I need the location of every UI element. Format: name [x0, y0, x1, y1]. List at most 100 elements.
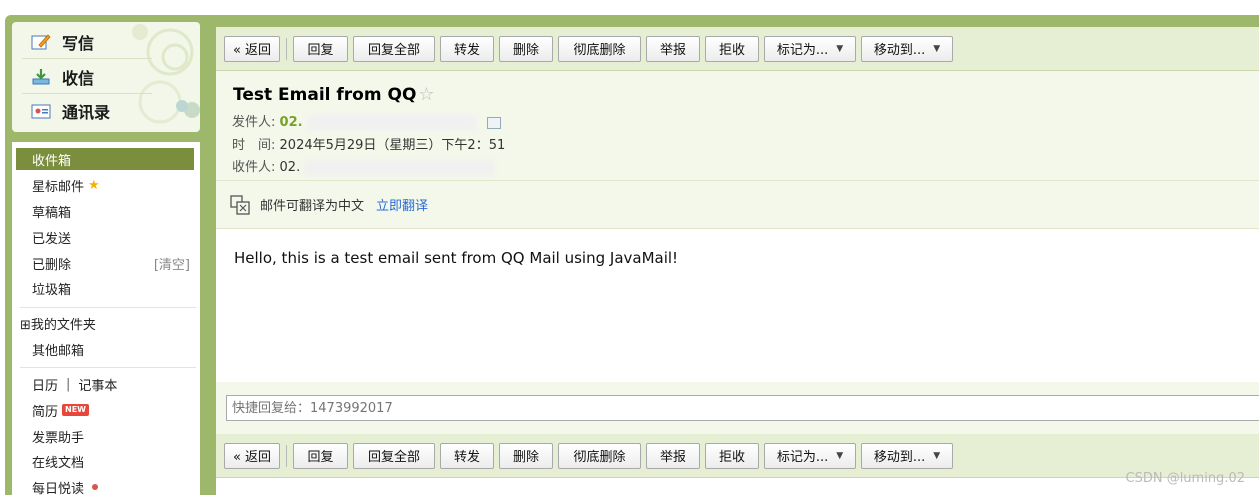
add-contact-icon[interactable]	[486, 116, 501, 129]
delete-permanently-button[interactable]: 彻底删除	[558, 442, 641, 469]
recipient-label: 收件人:	[232, 160, 276, 175]
mark-as-label: 标记为...	[776, 450, 829, 465]
sender-value[interactable]: 02.	[280, 115, 303, 130]
sidebar-item-other-mailboxes[interactable]: 其他邮箱	[16, 338, 194, 360]
sidebar-item-resume[interactable]: 简历 NEW	[16, 399, 194, 421]
message-panel: « 返回 回复 回复全部 转发 删除 彻底删除 举报 拒收 标记为... ▼ 移…	[216, 27, 1259, 495]
decorative-swirl-icon	[132, 24, 200, 124]
separator: |	[66, 376, 71, 392]
sidebar-item-label: 星标邮件	[32, 179, 85, 195]
notes-link[interactable]: 记事本	[78, 375, 117, 394]
mark-as-dropdown[interactable]: 标记为... ▼	[764, 442, 856, 469]
redacted-blur	[304, 159, 495, 176]
reply-button[interactable]: 回复	[293, 35, 348, 62]
recipient-value[interactable]: 02.	[280, 160, 301, 175]
empty-trash-link[interactable]: [清空]	[154, 254, 190, 273]
inbox-button[interactable]: 收信	[30, 63, 94, 91]
unread-dot-icon	[92, 484, 99, 490]
bottom-toolbar: « 返回 回复 回复全部 转发 删除 彻底删除 举报 拒收 标记为... ▼ 移…	[216, 434, 1259, 478]
email-body: Hello, this is a test email sent from QQ…	[234, 249, 679, 267]
delete-button[interactable]: 删除	[499, 35, 553, 62]
back-button[interactable]: « 返回	[224, 442, 280, 469]
reply-button[interactable]: 回复	[293, 442, 348, 469]
translate-notice: 邮件可翻译为中文	[260, 199, 365, 214]
toolbar-separator	[286, 37, 287, 60]
caret-down-icon: ▼	[933, 43, 941, 54]
sidebar-item-inbox[interactable]: 收件箱	[16, 148, 194, 170]
quick-actions-panel: 写信 收信 通讯录	[12, 22, 200, 132]
calendar-link[interactable]: 日历	[32, 375, 58, 394]
report-button[interactable]: 举报	[646, 35, 700, 62]
watermark: CSDN @luming.02	[1125, 471, 1246, 486]
top-toolbar: « 返回 回复 回复全部 转发 删除 彻底删除 举报 拒收 标记为... ▼ 移…	[216, 27, 1259, 71]
folder-list: 收件箱 星标邮件 ★ 草稿箱 已发送 已删除 [清空] 垃圾箱 ⊞我的文件夹 其…	[12, 142, 200, 495]
divider	[20, 307, 196, 308]
translate-now-link[interactable]: 立即翻译	[376, 195, 428, 214]
sidebar-item-my-folders[interactable]: ⊞我的文件夹	[16, 312, 194, 334]
contacts-button[interactable]: 通讯录	[30, 97, 110, 125]
translate-bar: 邮件可翻译为中文 立即翻译	[216, 181, 1259, 229]
sidebar-item-docs[interactable]: 在线文档	[16, 450, 194, 472]
mark-as-label: 标记为...	[776, 43, 829, 58]
report-button[interactable]: 举报	[646, 442, 700, 469]
subject-text: Test Email from QQ	[233, 84, 417, 105]
new-badge: NEW	[62, 404, 89, 416]
translate-icon	[230, 194, 250, 215]
sidebar-item-label: 简历	[32, 404, 59, 420]
sender-label: 发件人:	[232, 115, 276, 130]
sidebar-item-label: 每日悦读	[32, 481, 85, 495]
sidebar-item-spam[interactable]: 垃圾箱	[16, 277, 194, 299]
message-header: Test Email from QQ ☆ 发件人: 02. 时 间: 2024年…	[216, 71, 1259, 181]
quick-reply-input[interactable]	[226, 395, 1259, 421]
sidebar-item-sent[interactable]: 已发送	[16, 226, 194, 248]
sidebar-item-label: 已删除	[32, 257, 72, 273]
sidebar-item-starred[interactable]: 星标邮件 ★	[16, 174, 194, 196]
recipient-row: 收件人: 02.	[232, 156, 495, 176]
quick-reply-bar	[216, 382, 1259, 434]
reply-all-button[interactable]: 回复全部	[353, 35, 435, 62]
time-value: 2024年5月29日（星期三）下午2：51	[279, 138, 506, 153]
forward-button[interactable]: 转发	[440, 442, 494, 469]
compose-button[interactable]: 写信	[30, 28, 94, 56]
sidebar-item-label: 其他邮箱	[32, 343, 85, 359]
divider	[22, 93, 152, 94]
contacts-label: 通讯录	[62, 103, 111, 122]
contact-card-icon	[30, 101, 52, 121]
sidebar-item-calendar-notes: 日历 | 记事本	[16, 373, 194, 395]
reject-button[interactable]: 拒收	[705, 442, 759, 469]
star-icon: ★	[88, 177, 100, 193]
mark-as-dropdown[interactable]: 标记为... ▼	[764, 35, 856, 62]
delete-button[interactable]: 删除	[499, 442, 553, 469]
forward-button[interactable]: 转发	[440, 35, 494, 62]
sidebar-item-label: 垃圾箱	[32, 282, 72, 298]
download-tray-icon	[30, 67, 52, 87]
pencil-icon	[30, 32, 52, 52]
caret-down-icon: ▼	[933, 450, 941, 461]
divider	[22, 58, 152, 59]
email-subject: Test Email from QQ ☆	[233, 84, 435, 105]
inbox-label: 收信	[62, 69, 95, 88]
sidebar-item-invoice[interactable]: 发票助手	[16, 425, 194, 447]
star-outline-icon[interactable]: ☆	[418, 84, 434, 105]
reject-button[interactable]: 拒收	[705, 35, 759, 62]
sidebar-item-label: ⊞我的文件夹	[20, 317, 96, 333]
move-to-label: 移动到...	[873, 43, 926, 58]
sidebar-item-label: 在线文档	[32, 455, 85, 471]
sidebar-item-drafts[interactable]: 草稿箱	[16, 200, 194, 222]
caret-down-icon: ▼	[836, 43, 844, 54]
divider	[20, 367, 196, 368]
sidebar-item-daily[interactable]: 每日悦读	[16, 476, 194, 495]
reply-all-button[interactable]: 回复全部	[353, 442, 435, 469]
sender-row: 发件人: 02.	[232, 111, 501, 131]
time-label: 时 间:	[232, 138, 276, 153]
move-to-dropdown[interactable]: 移动到... ▼	[861, 442, 953, 469]
sidebar-item-label: 发票助手	[32, 430, 85, 446]
delete-permanently-button[interactable]: 彻底删除	[558, 35, 641, 62]
redacted-blur	[306, 114, 477, 131]
move-to-dropdown[interactable]: 移动到... ▼	[861, 35, 953, 62]
sidebar-item-deleted[interactable]: 已删除 [清空]	[16, 252, 194, 274]
back-button[interactable]: « 返回	[224, 35, 280, 62]
sidebar-item-label: 已发送	[32, 231, 72, 247]
sidebar-item-label: 草稿箱	[32, 205, 72, 221]
time-row: 时 间: 2024年5月29日（星期三）下午2：51	[232, 134, 505, 153]
